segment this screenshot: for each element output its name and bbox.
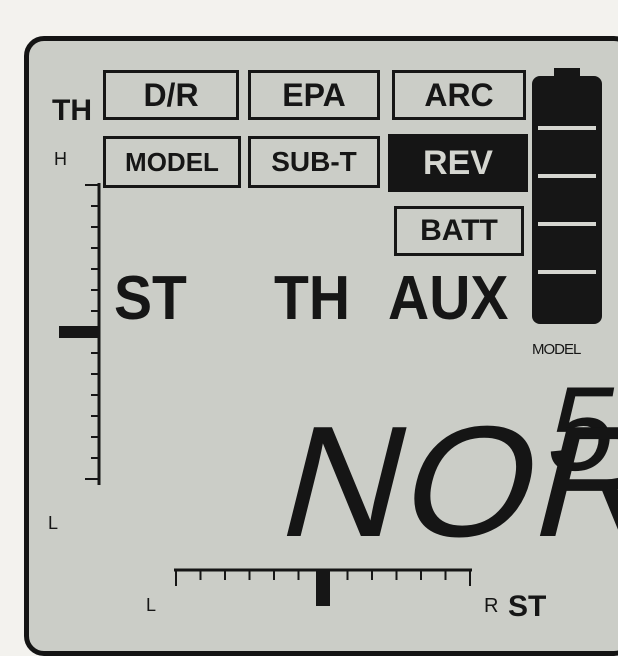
steering-left-label: L bbox=[146, 595, 157, 615]
model-label: MODEL bbox=[532, 341, 581, 358]
steering-trim-indicator bbox=[316, 570, 330, 606]
arc-box: ARC bbox=[392, 70, 526, 120]
channel-steering: ST bbox=[114, 264, 187, 333]
battery-bar bbox=[538, 126, 596, 130]
battery-icon bbox=[532, 68, 602, 324]
throttle-low-label: L bbox=[48, 513, 59, 533]
rev-box: REV bbox=[388, 134, 528, 192]
channel-throttle: TH bbox=[274, 264, 351, 333]
battery-bar bbox=[538, 222, 596, 226]
channel-aux: AUX bbox=[388, 264, 509, 333]
batt-box: BATT bbox=[394, 206, 524, 256]
sub-t-box: SUB-T bbox=[248, 136, 380, 188]
battery-bar bbox=[538, 270, 596, 274]
mode-readout: NOR bbox=[264, 394, 618, 570]
steering-right-label: R bbox=[484, 595, 499, 617]
steering-trim-scale bbox=[174, 568, 472, 606]
throttle-label: TH bbox=[52, 94, 92, 127]
steering-trim-label: ST bbox=[508, 590, 547, 623]
epa-box: EPA bbox=[248, 70, 380, 120]
throttle-trim-scale bbox=[59, 183, 101, 485]
throttle-high-label: H bbox=[54, 149, 67, 169]
model-box: MODEL bbox=[103, 136, 241, 188]
dr-box: D/R bbox=[103, 70, 239, 120]
battery-bar bbox=[538, 174, 596, 178]
throttle-trim-indicator bbox=[59, 326, 99, 338]
